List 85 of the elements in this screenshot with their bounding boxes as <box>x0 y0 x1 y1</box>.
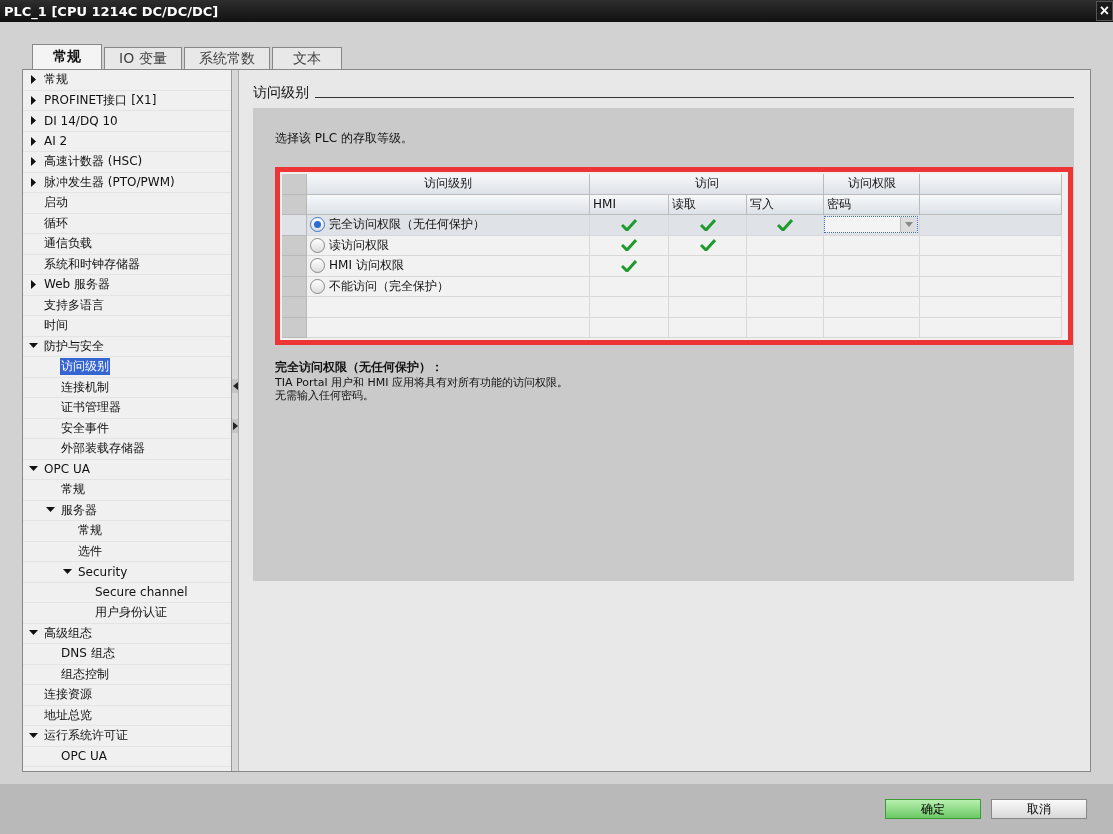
tree-item[interactable]: 服务器 <box>60 501 98 519</box>
expanded-arrow-icon[interactable] <box>29 731 38 741</box>
tree-item[interactable]: Security <box>77 564 129 579</box>
tree-item[interactable]: Web 服务器 <box>43 276 111 294</box>
dropdown-caret-icon[interactable] <box>900 217 917 233</box>
tree-item[interactable]: DI 14/DQ 10 <box>43 113 119 128</box>
tree-item[interactable]: 证书管理器 <box>60 399 122 417</box>
row-header <box>282 235 307 256</box>
expanded-arrow-icon[interactable] <box>63 567 72 577</box>
expand-right-icon[interactable] <box>232 418 238 433</box>
tree-item[interactable]: OPC UA <box>43 462 91 477</box>
column-header: 写入 <box>747 194 824 215</box>
tab[interactable]: IO 变量 <box>104 47 182 69</box>
tab[interactable]: 常规 <box>32 44 102 69</box>
tree-item[interactable]: OPC UA <box>60 749 108 764</box>
tree-item[interactable]: PROFINET接口 [X1] <box>43 91 158 109</box>
row-header <box>282 194 307 215</box>
tree-item[interactable]: 高速计数器 (HSC) <box>43 153 144 171</box>
expanded-arrow-icon[interactable] <box>46 505 55 515</box>
column-header: 读取 <box>669 194 747 215</box>
tree-item[interactable]: 外部装载存储器 <box>60 440 146 458</box>
tree-item[interactable]: 运行系统许可证 <box>43 727 129 745</box>
access-level-label: HMI 访问权限 <box>329 257 404 275</box>
collapsed-arrow-icon[interactable] <box>29 116 38 126</box>
column-header: 访问权限 <box>824 174 920 195</box>
tree-item[interactable]: 组态控制 <box>60 665 110 683</box>
tree-item[interactable]: 脉冲发生器 (PTO/PWM) <box>43 173 176 191</box>
description-text: TIA Portal 用户和 HMI 应用将具有对所有功能的访问权限。 <box>275 376 570 389</box>
collapsed-arrow-icon[interactable] <box>29 157 38 167</box>
tree-item[interactable]: 常规 <box>60 481 86 499</box>
tree-item[interactable]: 循环 <box>43 214 69 232</box>
tree-item[interactable]: 时间 <box>43 317 69 335</box>
column-header: HMI <box>590 194 669 215</box>
tree-item[interactable]: AI 2 <box>43 134 69 149</box>
tree-item[interactable]: DNS 组态 <box>60 645 116 663</box>
row-header <box>282 297 307 318</box>
tree-item[interactable]: 支持多语言 <box>43 296 105 314</box>
radio-button[interactable] <box>310 258 325 274</box>
collapsed-arrow-icon[interactable] <box>29 95 38 105</box>
tree-item[interactable]: 连接资源 <box>43 686 93 704</box>
expanded-arrow-icon[interactable] <box>29 464 38 474</box>
collapsed-arrow-icon[interactable] <box>29 75 38 85</box>
column-header: 访问 <box>590 174 824 195</box>
instruction-text: 选择该 PLC 的存取等级。 <box>275 130 414 147</box>
collapsed-arrow-icon[interactable] <box>29 280 38 290</box>
row-header <box>282 256 307 277</box>
close-button[interactable]: × <box>1095 1 1113 21</box>
radio-button[interactable] <box>310 278 325 294</box>
access-level-label: 不能访问（完全保护） <box>329 277 449 295</box>
window-title: PLC_1 [CPU 1214C DC/DC/DC] <box>4 3 219 19</box>
row-header <box>282 174 307 195</box>
tree-item[interactable]: 用户身份认证 <box>94 604 168 622</box>
tree-item[interactable]: 连接机制 <box>60 378 110 396</box>
tree-item[interactable]: 访问级别 <box>60 358 110 376</box>
description-text: 无需输入任何密码。 <box>275 389 375 402</box>
tree-item[interactable]: 系统和时钟存储器 <box>43 255 141 273</box>
tree-item[interactable]: 选件 <box>77 542 103 560</box>
column-header: 访问级别 <box>307 174 590 195</box>
collapsed-arrow-icon[interactable] <box>29 177 38 187</box>
radio-button[interactable] <box>310 217 325 233</box>
access-level-label: 完全访问权限（无任何保护） <box>329 216 485 234</box>
tab[interactable]: 系统常数 <box>183 47 270 69</box>
tree-item[interactable]: 安全事件 <box>60 419 110 437</box>
row-header <box>282 317 307 338</box>
ok-button[interactable]: 确定 <box>885 799 981 819</box>
tree-item[interactable]: 启动 <box>43 194 69 212</box>
description-title: 完全访问权限（无任何保护）： <box>275 359 444 376</box>
expanded-arrow-icon[interactable] <box>29 341 38 351</box>
tree-item[interactable]: 常规 <box>43 71 69 89</box>
tree-item[interactable]: 地址总览 <box>43 706 93 724</box>
row-header <box>282 276 307 297</box>
access-level-label: 读访问权限 <box>329 236 389 254</box>
cancel-button[interactable]: 取消 <box>991 799 1087 819</box>
tree-item[interactable]: Secure channel <box>94 585 189 600</box>
tab[interactable]: 文本 <box>271 47 342 69</box>
tree-item[interactable]: 通信负载 <box>43 235 93 253</box>
tree-item[interactable]: 高级组态 <box>43 624 93 642</box>
tree-item[interactable]: 常规 <box>77 522 103 540</box>
section-title: 访问级别 <box>253 84 309 102</box>
collapse-left-icon[interactable] <box>232 378 238 393</box>
radio-button[interactable] <box>310 237 325 253</box>
expanded-arrow-icon[interactable] <box>29 628 38 638</box>
collapsed-arrow-icon[interactable] <box>29 136 38 146</box>
tree-item[interactable]: 防护与安全 <box>43 337 105 355</box>
column-header: 密码 <box>824 194 920 215</box>
